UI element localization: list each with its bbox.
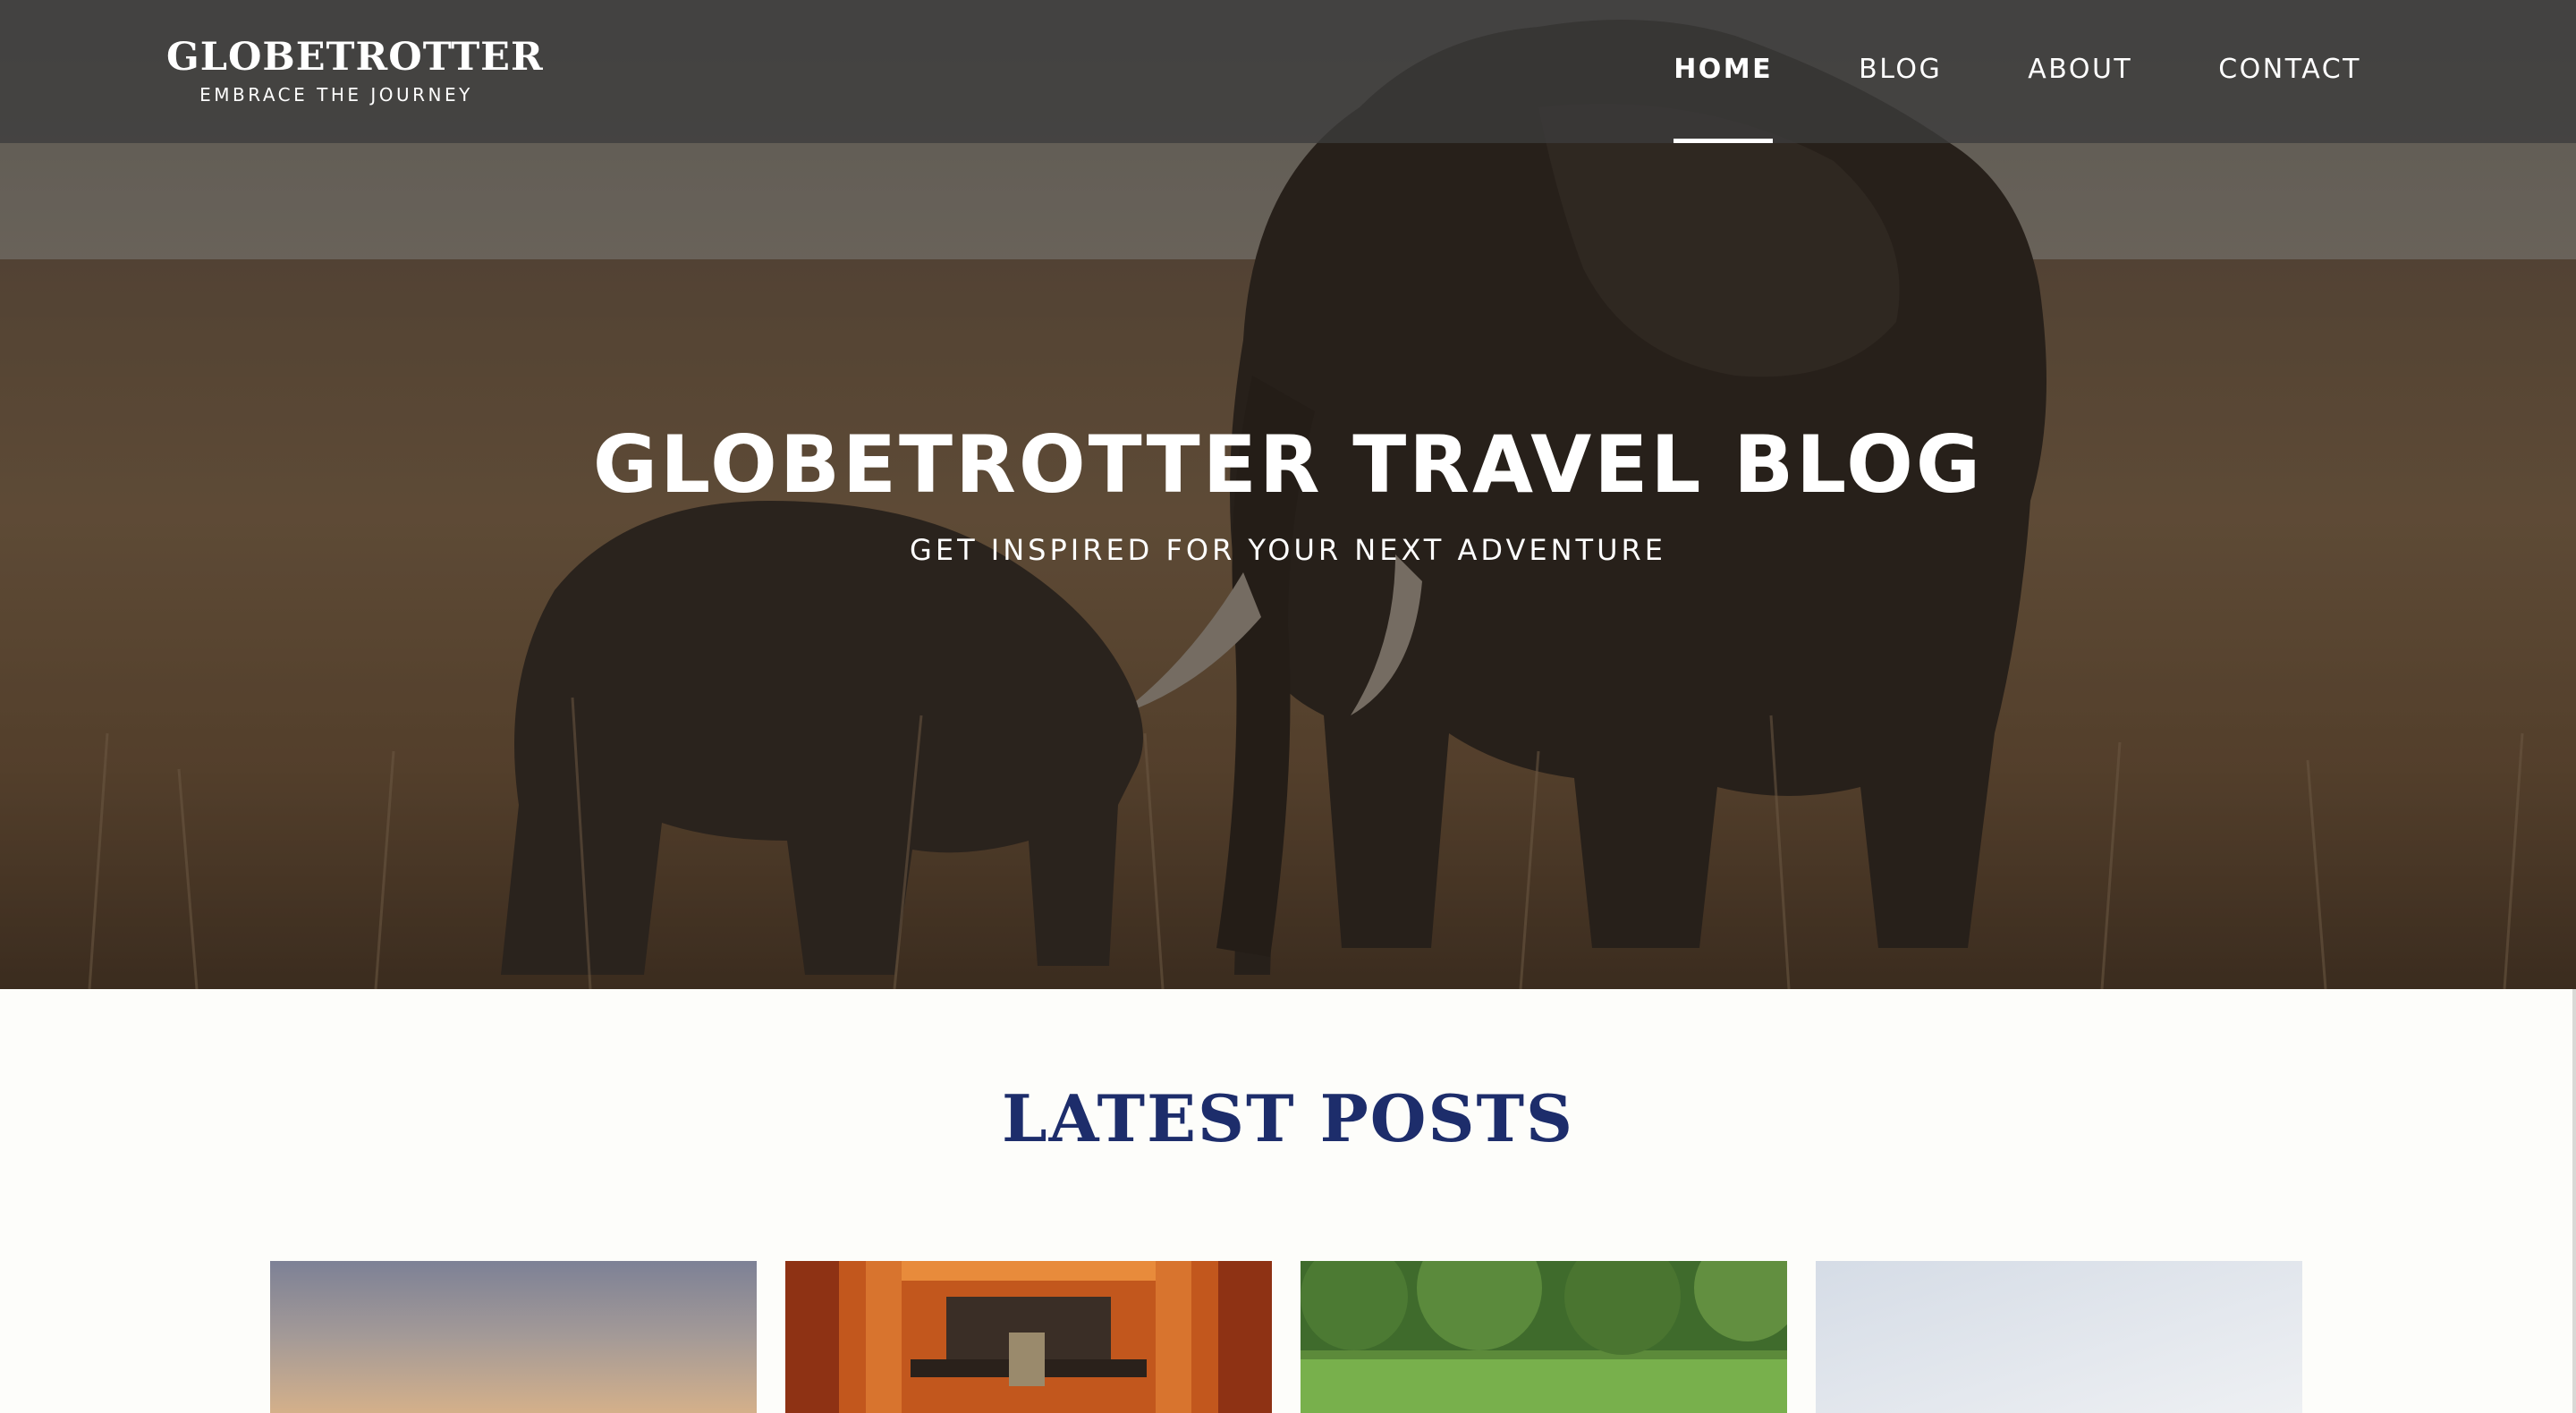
brand-tagline: EMBRACE THE JOURNEY xyxy=(199,84,473,106)
hero-text: GLOBETROTTER TRAVEL BLOG GET INSPIRED FO… xyxy=(0,411,2576,572)
page-scroll-edge xyxy=(2572,989,2576,1413)
post-card-image-forest xyxy=(1301,1261,1787,1413)
top-navbar: GLOBETROTTER EMBRACE THE JOURNEY HOME BL… xyxy=(0,0,2576,143)
post-card-image-sky xyxy=(1816,1261,2302,1413)
post-card-4[interactable] xyxy=(1816,1261,2302,1413)
nav-item-blog[interactable]: BLOG xyxy=(1859,0,1942,143)
post-card-1[interactable] xyxy=(270,1261,757,1413)
post-card-image-torii xyxy=(785,1261,1272,1413)
hero-subtitle: GET INSPIRED FOR YOUR NEXT ADVENTURE xyxy=(910,533,1666,567)
brand-logo[interactable]: GLOBETROTTER EMBRACE THE JOURNEY xyxy=(166,32,544,107)
hero-section: GLOBETROTTER EMBRACE THE JOURNEY HOME BL… xyxy=(0,0,2576,989)
latest-posts-heading: LATEST POSTS xyxy=(1001,1080,1575,1156)
brand-name: GLOBETROTTER xyxy=(166,35,544,80)
hero-title: GLOBETROTTER TRAVEL BLOG xyxy=(592,419,1984,511)
post-card-list xyxy=(270,1261,2302,1413)
nav-item-home[interactable]: HOME xyxy=(1674,0,1774,143)
post-card-image-sunset xyxy=(270,1261,757,1413)
post-card-2[interactable] xyxy=(785,1261,1272,1413)
nav-item-contact[interactable]: CONTACT xyxy=(2218,0,2361,143)
post-card-3[interactable] xyxy=(1301,1261,1787,1413)
nav-item-about[interactable]: ABOUT xyxy=(2028,0,2132,143)
main-nav: HOME BLOG ABOUT CONTACT xyxy=(1588,0,2361,143)
